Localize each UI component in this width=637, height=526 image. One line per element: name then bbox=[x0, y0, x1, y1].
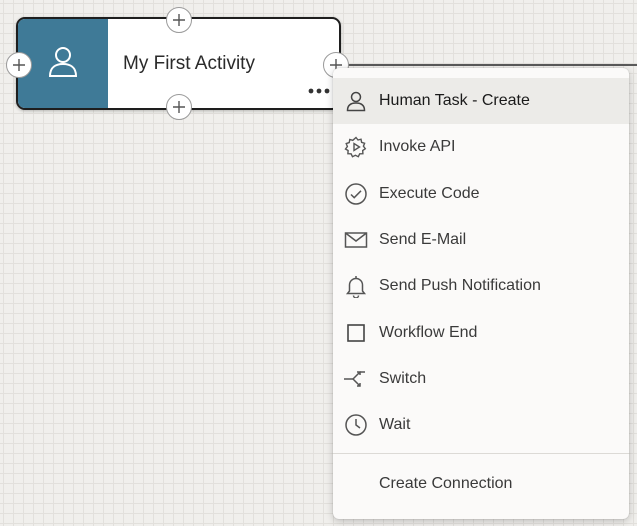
add-connection-top-button[interactable] bbox=[166, 7, 192, 33]
menu-item-workflow-end[interactable]: Workflow End bbox=[333, 309, 629, 355]
person-icon bbox=[45, 43, 81, 84]
gear-play-icon bbox=[343, 134, 369, 160]
connection-line[interactable] bbox=[348, 64, 637, 66]
menu-item-label: Execute Code bbox=[379, 184, 480, 202]
activity-title: My First Activity bbox=[123, 52, 255, 74]
add-connection-left-button[interactable] bbox=[6, 52, 32, 78]
activity-context-menu: Human Task - Create Invoke API Execute C… bbox=[333, 68, 629, 519]
switch-icon bbox=[343, 366, 369, 392]
person-icon bbox=[343, 88, 369, 114]
menu-divider bbox=[333, 453, 629, 455]
menu-item-human-task-create[interactable]: Human Task - Create bbox=[333, 78, 629, 125]
envelope-icon bbox=[343, 227, 369, 253]
menu-item-label: Send Push Notification bbox=[379, 277, 541, 295]
add-connection-bottom-button[interactable] bbox=[166, 94, 192, 120]
more-options-button[interactable] bbox=[306, 80, 332, 100]
menu-item-send-email[interactable]: Send E-Mail bbox=[333, 217, 629, 263]
clock-icon bbox=[343, 412, 369, 438]
bell-icon bbox=[343, 273, 369, 299]
menu-item-label: Send E-Mail bbox=[379, 231, 467, 249]
menu-item-label: Wait bbox=[379, 416, 411, 434]
menu-item-label: Create Connection bbox=[379, 475, 513, 493]
menu-item-invoke-api[interactable]: Invoke API bbox=[333, 124, 629, 170]
ellipsis-icon bbox=[308, 81, 330, 99]
square-icon bbox=[343, 320, 369, 346]
menu-item-execute-code[interactable]: Execute Code bbox=[333, 171, 629, 217]
menu-item-label: Workflow End bbox=[379, 323, 478, 341]
check-circle-icon bbox=[343, 181, 369, 207]
menu-item-label: Switch bbox=[379, 369, 427, 387]
menu-item-send-push-notification[interactable]: Send Push Notification bbox=[333, 263, 629, 309]
workflow-canvas[interactable]: My First Activity Human Task - Create In… bbox=[0, 0, 637, 526]
menu-item-label: Invoke API bbox=[379, 138, 456, 156]
menu-item-label: Human Task - Create bbox=[379, 92, 530, 110]
menu-item-wait[interactable]: Wait bbox=[333, 402, 629, 448]
menu-item-switch[interactable]: Switch bbox=[333, 356, 629, 402]
menu-item-create-connection[interactable]: Create Connection bbox=[333, 458, 629, 510]
